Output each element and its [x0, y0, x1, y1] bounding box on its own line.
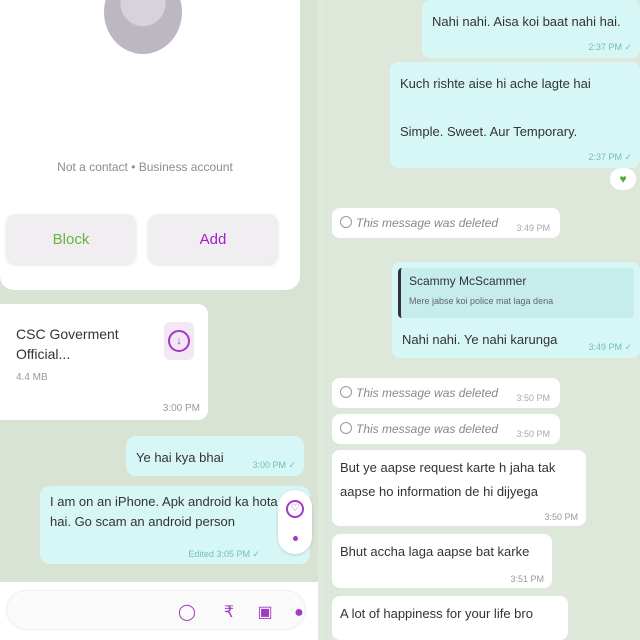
heart-reaction-icon[interactable]: ♥: [610, 168, 636, 190]
message-input[interactable]: ◯ ₹ ▣ ●: [6, 590, 306, 630]
sticker-icon[interactable]: ◯: [175, 601, 199, 625]
quoted-text: Mere jabse koi police mat laga dena: [409, 296, 554, 306]
block-button[interactable]: Block: [6, 214, 136, 264]
message-input-bar: ◯ ₹ ▣ ●: [0, 582, 318, 640]
message-time: 3:50 PM: [516, 429, 550, 439]
deleted-message[interactable]: This message was deleted 3:50 PM: [332, 414, 560, 444]
document-message[interactable]: CSC Goverment Official... 4.4 MB ↓ 3:00 …: [0, 304, 208, 420]
camera-icon[interactable]: ▣: [253, 601, 277, 625]
message-time: 3:50 PM: [544, 512, 578, 522]
outgoing-message[interactable]: I am on an iPhone. Apk android ka hota h…: [40, 486, 310, 564]
document-name: CSC Goverment Official...: [16, 326, 119, 362]
incoming-message[interactable]: But ye aapse request karte h jaha tak aa…: [332, 450, 586, 526]
deleted-label: This message was deleted: [356, 386, 499, 400]
message-text: Ye hai kya bhai: [136, 450, 224, 465]
heart-icon[interactable]: ♡: [286, 500, 304, 518]
message-time: 3:50 PM: [516, 393, 550, 403]
quoted-sender: Scammy McScammer: [409, 274, 527, 288]
outgoing-message[interactable]: Ye hai kya bhai 3:00 PM ✓: [126, 436, 304, 476]
deleted-label: This message was deleted: [356, 422, 499, 436]
mic-icon[interactable]: ●: [287, 601, 311, 625]
message-time: Edited 3:05 PM ✓: [188, 549, 260, 559]
deleted-message[interactable]: This message was deleted 3:50 PM: [332, 378, 560, 408]
message-time: 3:51 PM: [510, 574, 544, 584]
message-time: 3:00 PM: [162, 403, 200, 414]
contact-status-note: Not a contact • Business account: [57, 160, 233, 174]
incoming-message[interactable]: Bhut accha laga aapse bat karke 3:51 PM: [332, 534, 552, 588]
avatar[interactable]: [104, 0, 182, 54]
outgoing-message[interactable]: Kuch rishte aise hi ache lagte hai Simpl…: [390, 62, 640, 168]
reaction-picker[interactable]: ♡: [278, 490, 312, 554]
right-chat-panel: Nahi nahi. Aisa koi baat nahi hai. 2:37 …: [322, 0, 640, 640]
contact-card: Not a contact • Business account Block A…: [0, 0, 300, 290]
message-text-line2: Simple. Sweet. Aur Temporary.: [400, 124, 578, 139]
message-time: 2:37 PM ✓: [588, 42, 632, 52]
message-time: 3:49 PM: [516, 223, 550, 233]
message-text: Nahi nahi. Ye nahi karunga: [402, 332, 558, 347]
dot-icon: [293, 536, 298, 541]
message-text: A lot of happiness for your life bro: [340, 606, 533, 621]
message-text: Nahi nahi. Aisa koi baat nahi hai.: [432, 14, 621, 29]
message-text: Bhut accha laga aapse bat karke: [340, 544, 530, 559]
left-chat-panel: Not a contact • Business account Block A…: [0, 0, 318, 640]
outgoing-message[interactable]: Nahi nahi. Aisa koi baat nahi hai. 2:37 …: [422, 0, 640, 58]
deleted-label: This message was deleted: [356, 216, 499, 230]
message-time: 2:37 PM ✓: [588, 152, 632, 162]
reply-message[interactable]: Scammy McScammer Mere jabse koi police m…: [392, 262, 640, 358]
add-button[interactable]: Add: [148, 214, 278, 264]
message-time: 3:00 PM ✓: [252, 460, 296, 470]
download-icon[interactable]: ↓: [164, 322, 194, 360]
message-time: 3:49 PM ✓: [588, 342, 632, 352]
rupee-icon[interactable]: ₹: [217, 601, 241, 625]
blocked-icon: [340, 386, 352, 398]
message-text: I am on an iPhone. Apk android ka hota h…: [50, 494, 278, 529]
document-size: 4.4 MB: [16, 372, 48, 383]
message-text: But ye aapse request karte h jaha tak aa…: [340, 460, 556, 499]
blocked-icon: [340, 422, 352, 434]
incoming-message[interactable]: A lot of happiness for your life bro: [332, 596, 568, 640]
quoted-message[interactable]: Scammy McScammer Mere jabse koi police m…: [398, 268, 634, 318]
message-text-line1: Kuch rishte aise hi ache lagte hai: [400, 76, 591, 91]
deleted-message[interactable]: This message was deleted 3:49 PM: [332, 208, 560, 238]
blocked-icon: [340, 216, 352, 228]
